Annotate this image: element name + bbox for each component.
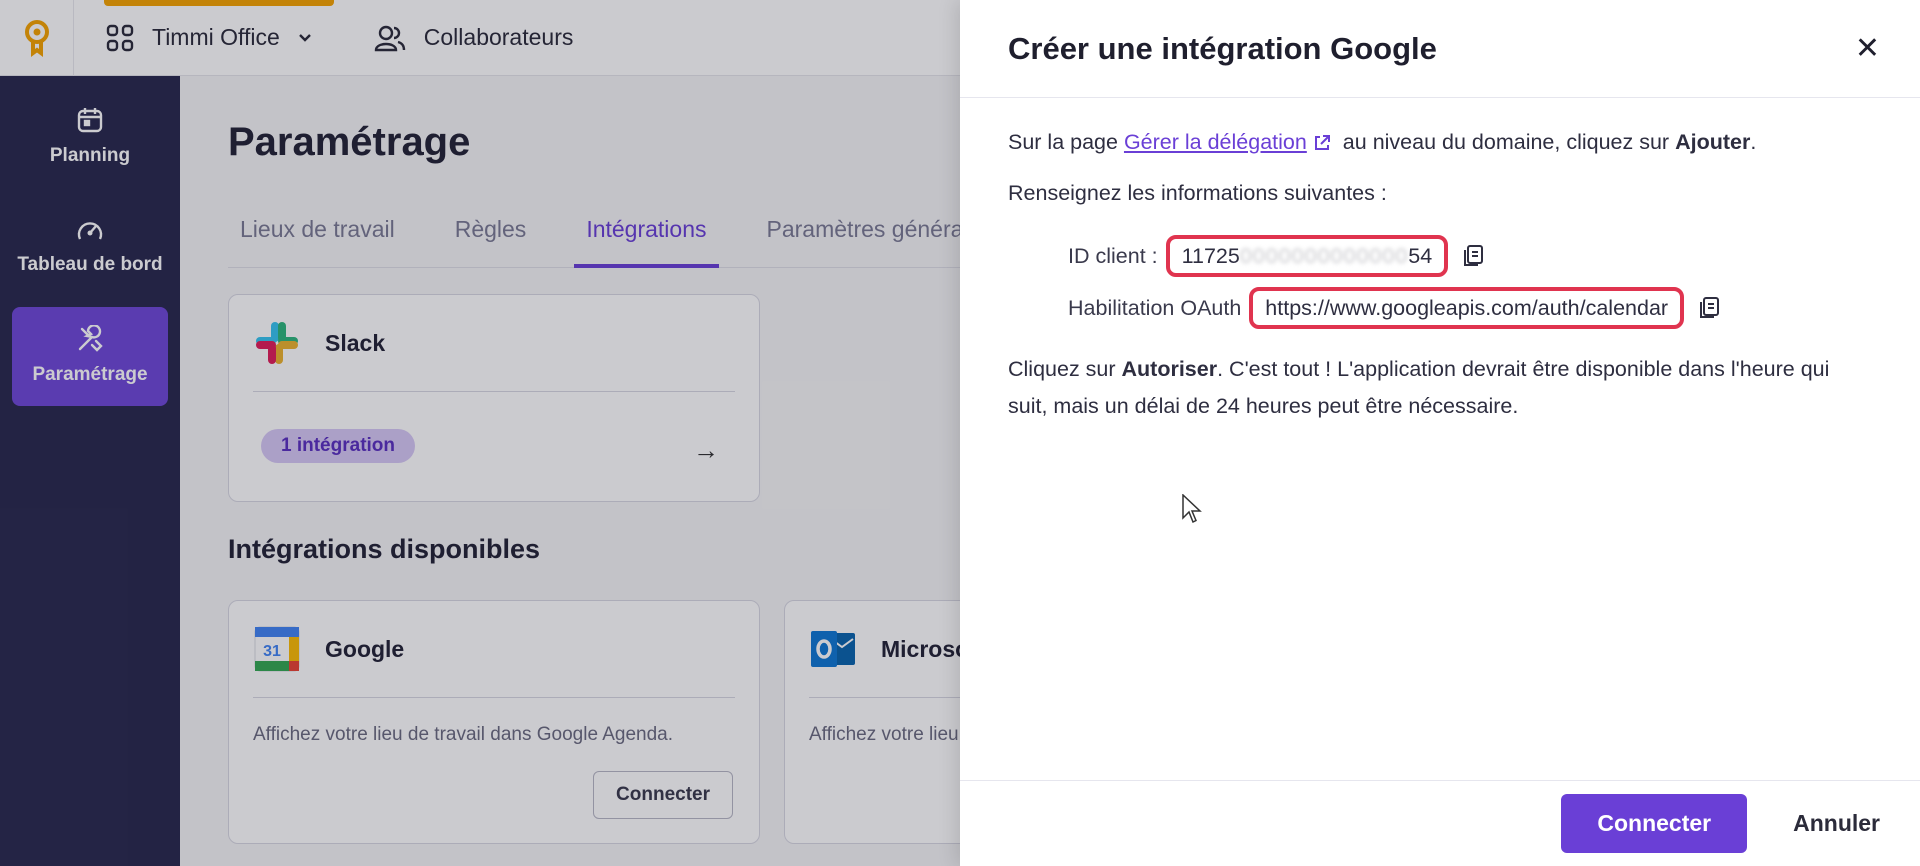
closing-text: Cliquez sur bbox=[1008, 357, 1122, 382]
cancel-button[interactable]: Annuler bbox=[1793, 810, 1880, 837]
oauth-scope-row: Habilitation OAuth https://www.googleapi… bbox=[1068, 287, 1872, 330]
client-id-end: 54 bbox=[1408, 244, 1433, 269]
modal-backdrop[interactable] bbox=[0, 0, 960, 866]
authorize-emphasis: Autoriser bbox=[1121, 357, 1218, 382]
add-emphasis: Ajouter bbox=[1675, 130, 1751, 154]
client-id-row: ID client : 11725000000000000054 bbox=[1068, 235, 1872, 278]
close-icon[interactable]: ✕ bbox=[1855, 33, 1880, 64]
intro-text: au niveau du domaine, cliquez sur bbox=[1336, 130, 1676, 154]
closing-paragraph: Cliquez sur Autoriser. C'est tout ! L'ap… bbox=[1008, 351, 1872, 424]
oauth-label: Habilitation OAuth bbox=[1068, 295, 1242, 320]
google-integration-panel: Créer une intégration Google ✕ Sur la pa… bbox=[960, 0, 1920, 866]
info-line: Renseignez les informations suivantes : bbox=[1008, 180, 1387, 205]
intro-text: . bbox=[1750, 130, 1757, 154]
panel-body: Sur la page Gérer la délégation au nivea… bbox=[960, 98, 1920, 424]
client-id-start: 11725 bbox=[1181, 244, 1240, 269]
copy-icon[interactable] bbox=[1698, 296, 1720, 320]
intro-text: Sur la page bbox=[1008, 130, 1124, 154]
credential-fields: ID client : 11725000000000000054 Habilit… bbox=[1068, 235, 1872, 330]
client-id-masked: 0000000000000 bbox=[1239, 244, 1409, 269]
intro-paragraph: Sur la page Gérer la délégation au nivea… bbox=[1008, 124, 1872, 161]
panel-footer: Connecter Annuler bbox=[960, 780, 1920, 866]
copy-icon[interactable] bbox=[1462, 244, 1484, 268]
manage-delegation-link[interactable]: Gérer la délégation bbox=[1124, 130, 1307, 154]
external-link-icon bbox=[1314, 135, 1330, 150]
client-id-value[interactable]: 11725000000000000054 bbox=[1165, 235, 1449, 278]
client-id-label: ID client : bbox=[1068, 243, 1158, 268]
connect-button[interactable]: Connecter bbox=[1561, 794, 1748, 853]
oauth-scope-value[interactable]: https://www.googleapis.com/auth/calendar bbox=[1249, 287, 1685, 330]
panel-title: Créer une intégration Google bbox=[1008, 30, 1437, 66]
mouse-cursor-icon bbox=[1182, 494, 1202, 524]
panel-header: Créer une intégration Google ✕ bbox=[960, 0, 1920, 98]
